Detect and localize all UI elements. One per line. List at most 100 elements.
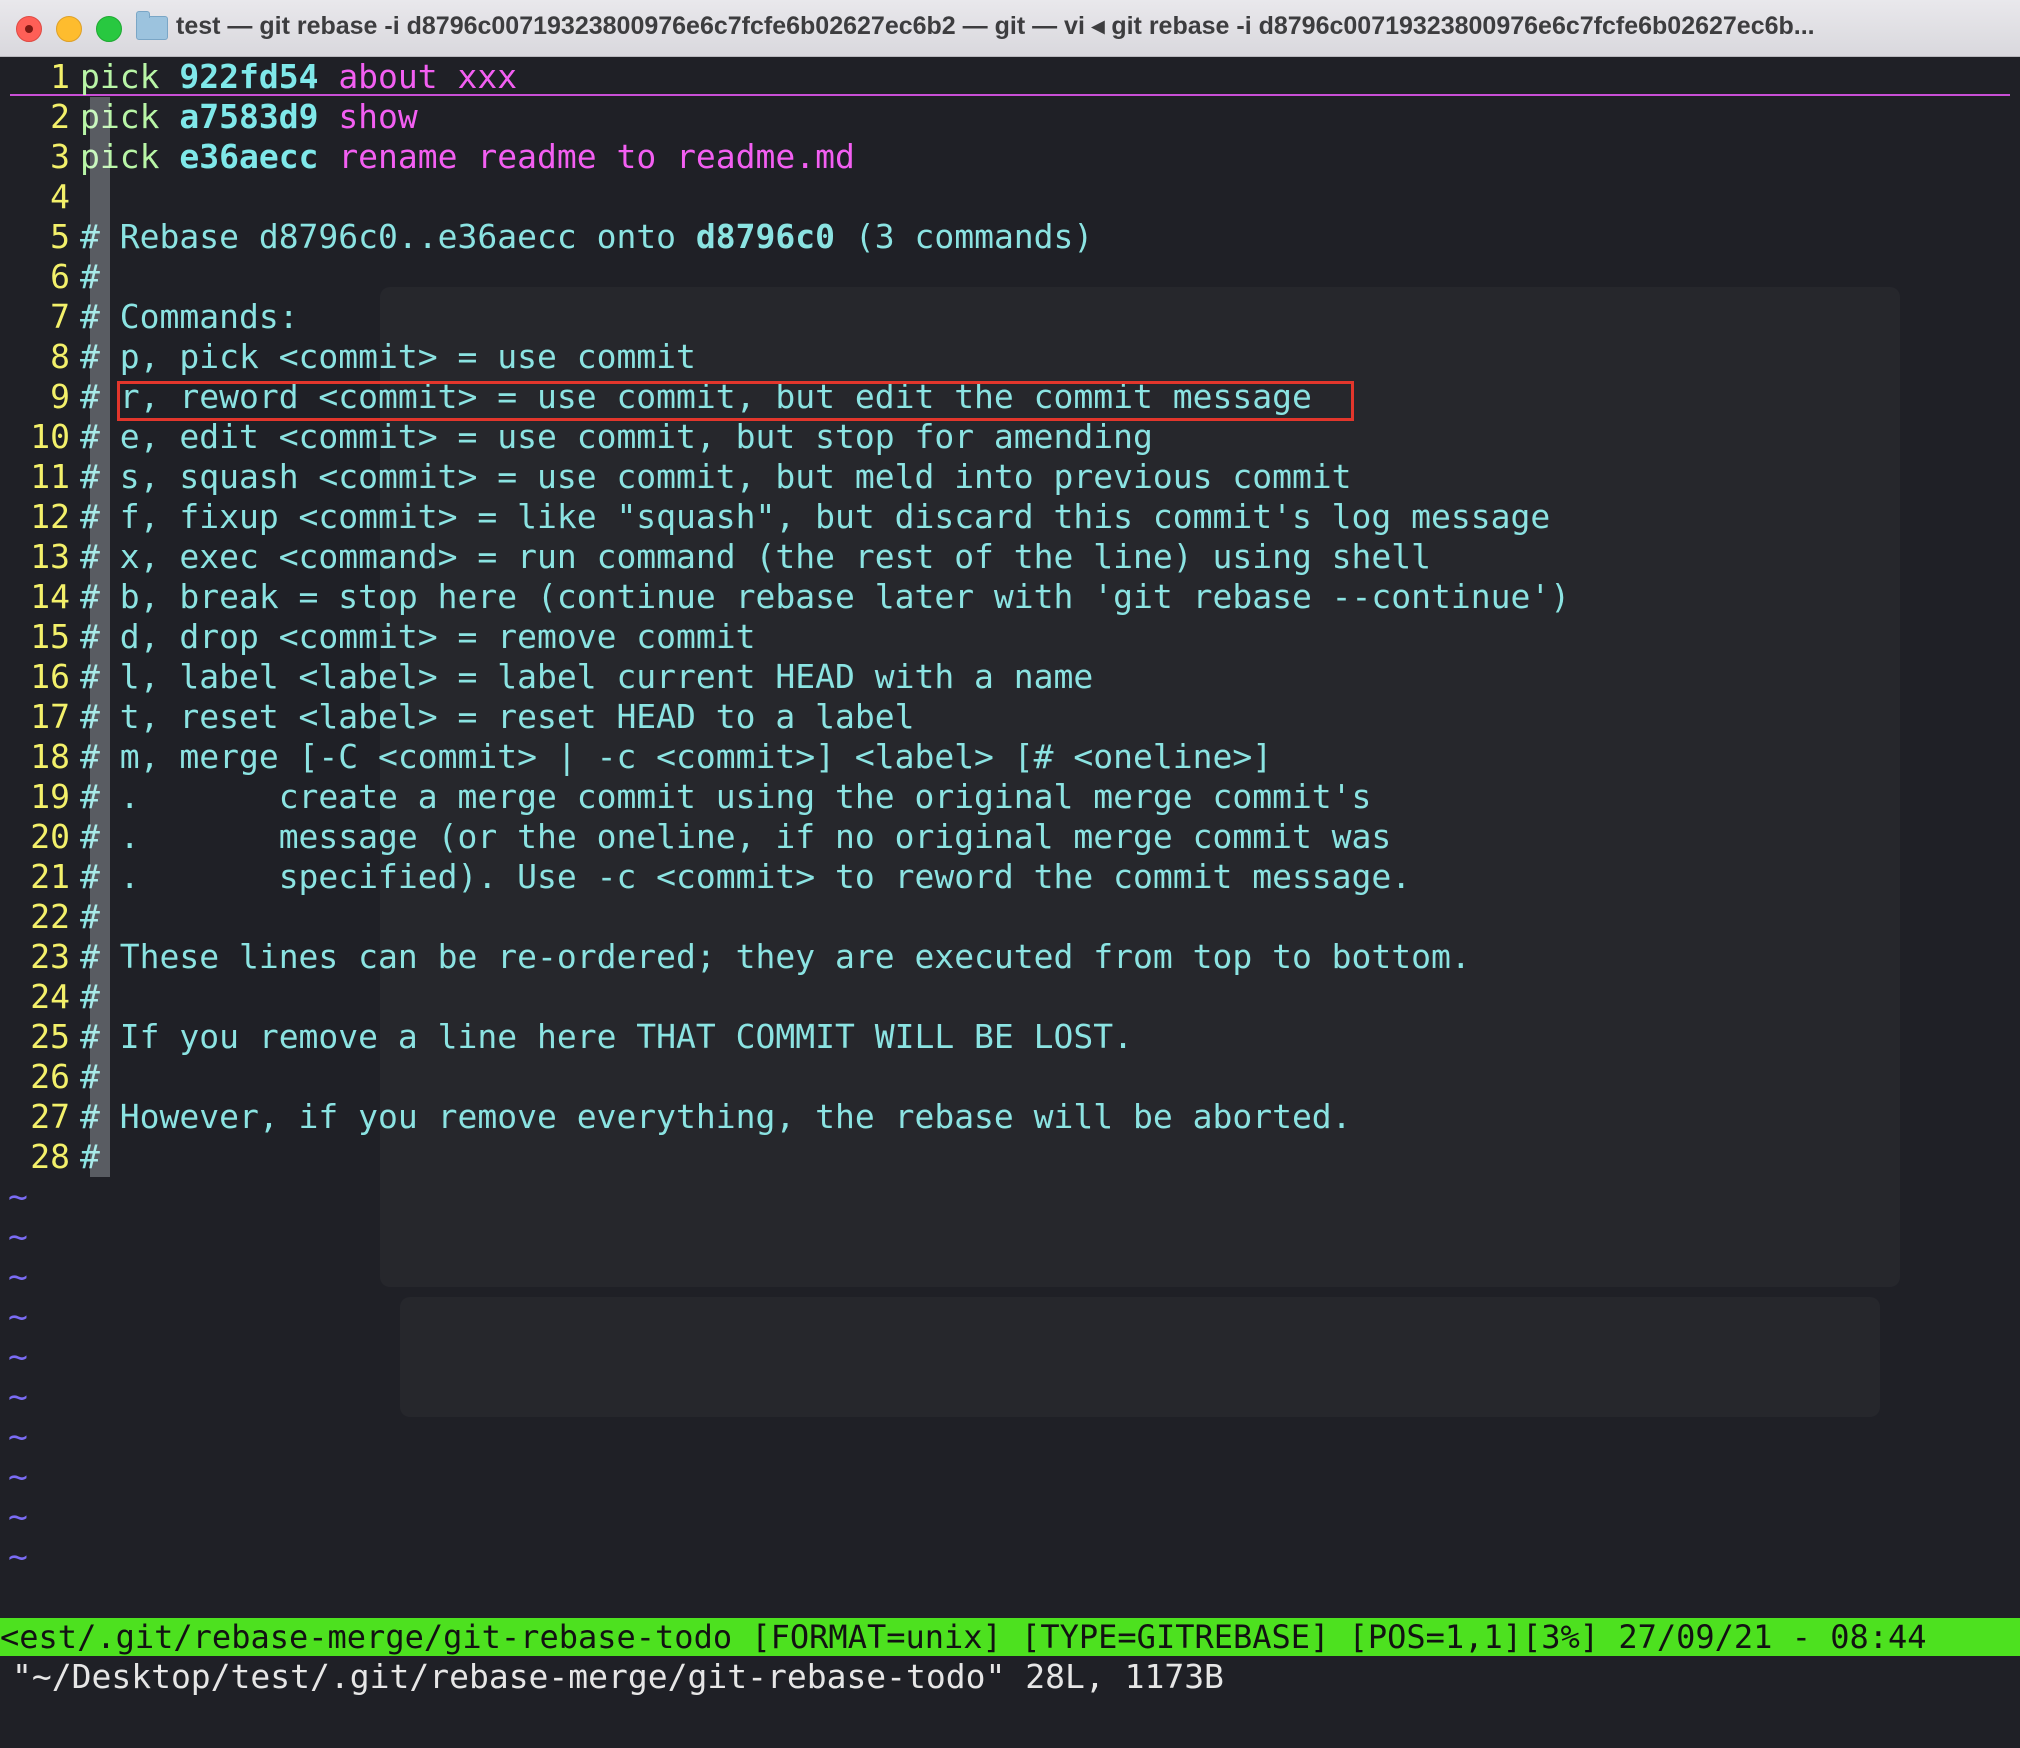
comment-text: l, label <label> = label current HEAD wi… <box>119 657 1094 696</box>
line-number: 5 <box>50 217 70 256</box>
comment-text: m, merge [-C <commit> | -c <commit>] <la… <box>119 737 1273 776</box>
line-number: 16 <box>30 657 70 696</box>
comment-text: t, reset <label> = reset HEAD to a label <box>119 697 915 736</box>
vim-editor[interactable]: 1 pick 922fd54 about xxx 2 pick a7583d9 sho… <box>0 57 2020 1748</box>
line-number: 22 <box>30 897 70 936</box>
line-number: 12 <box>30 497 70 536</box>
buffer-line[interactable]: 24# <box>0 977 2020 1017</box>
buffer-line[interactable]: 5# Rebase d8796c0..e36aecc onto d8796c0 … <box>0 217 2020 257</box>
comment-text: If you remove a line here THAT COMMIT WI… <box>119 1017 1134 1056</box>
window-title: test — git rebase -i d8796c0071932380097… <box>176 12 1815 40</box>
buffer-line[interactable]: 6# <box>0 257 2020 297</box>
buffer-line[interactable]: 7# Commands: <box>0 297 2020 337</box>
buffer-line[interactable]: 20# . message (or the oneline, if no ori… <box>0 817 2020 857</box>
comment-text: However, if you remove everything, the r… <box>119 1097 1352 1136</box>
comment-text: . specified). Use -c <commit> to reword … <box>119 857 1412 896</box>
line-number: 3 <box>50 137 70 176</box>
comment-text: f, fixup <commit> = like "squash", but d… <box>119 497 1551 536</box>
buffer-line[interactable]: 21# . specified). Use -c <commit> to rew… <box>0 857 2020 897</box>
terminal-window: test — git rebase -i d8796c0071932380097… <box>0 0 2020 1748</box>
comment-text: These lines can be re-ordered; they are … <box>119 937 1471 976</box>
empty-line-tilde: ~ <box>8 1217 28 1256</box>
comment-text: s, squash <commit> = use commit, but mel… <box>119 457 1352 496</box>
line-number: 13 <box>30 537 70 576</box>
status-line: <est/.git/rebase-merge/git-rebase-todo [… <box>0 1618 2020 1656</box>
empty-line-tilde: ~ <box>8 1177 28 1216</box>
line-number: 1 <box>50 57 70 96</box>
comment-text: p, pick <commit> = use commit <box>119 337 696 376</box>
line-number: 21 <box>30 857 70 896</box>
line-number: 25 <box>30 1017 70 1056</box>
buffer-line[interactable]: 2 pick a7583d9 show <box>0 97 2020 137</box>
line-number: 27 <box>30 1097 70 1136</box>
buffer-line[interactable]: 19# . create a merge commit using the or… <box>0 777 2020 817</box>
line-number: 24 <box>30 977 70 1016</box>
line-number: 6 <box>50 257 70 296</box>
buffer-line[interactable]: 17# t, reset <label> = reset HEAD to a l… <box>0 697 2020 737</box>
empty-line-tilde: ~ <box>8 1457 28 1496</box>
empty-line-tilde: ~ <box>8 1377 28 1416</box>
commit-hash: 922fd54 <box>179 57 319 96</box>
title-bar[interactable]: test — git rebase -i d8796c0071932380097… <box>0 0 2020 57</box>
buffer-line[interactable]: 28# <box>0 1137 2020 1177</box>
buffer-line[interactable]: 10# e, edit <commit> = use commit, but s… <box>0 417 2020 457</box>
onto-commit-hash: d8796c0 <box>695 217 835 256</box>
commit-message: about xxx <box>338 57 518 96</box>
buffer-line[interactable]: 26# <box>0 1057 2020 1097</box>
comment-text: d, drop <commit> = remove commit <box>119 617 756 656</box>
empty-line-tilde: ~ <box>8 1297 28 1336</box>
line-number: 15 <box>30 617 70 656</box>
commit-message: show <box>338 97 418 136</box>
buffer-line[interactable]: 12# f, fixup <commit> = like "squash", b… <box>0 497 2020 537</box>
buffer-line[interactable]: 27# However, if you remove everything, t… <box>0 1097 2020 1137</box>
comment-text: x, exec <command> = run command (the res… <box>119 537 1432 576</box>
comment-text: . message (or the oneline, if no origina… <box>119 817 1392 856</box>
buffer-line[interactable]: 22# <box>0 897 2020 937</box>
buffer-line[interactable]: 23# These lines can be re-ordered; they … <box>0 937 2020 977</box>
buffer-line[interactable]: 4 <box>0 177 2020 217</box>
minimize-button-icon[interactable] <box>56 16 82 42</box>
empty-line-tilde: ~ <box>8 1417 28 1456</box>
reword-highlight-box <box>117 381 1354 421</box>
buffer-line[interactable]: 11# s, squash <commit> = use commit, but… <box>0 457 2020 497</box>
comment-text: . create a merge commit using the origin… <box>119 777 1372 816</box>
comment-text: b, break = stop here (continue rebase la… <box>119 577 1571 616</box>
buffer-line[interactable]: 25# If you remove a line here THAT COMMI… <box>0 1017 2020 1057</box>
buffer-line[interactable]: 3 pick e36aecc rename readme to readme.md <box>0 137 2020 177</box>
buffer-line[interactable]: 15# d, drop <commit> = remove commit <box>0 617 2020 657</box>
comment-text: Rebase d8796c0..e36aecc onto <box>119 217 696 256</box>
background-ghost-panel <box>400 1297 1880 1417</box>
close-button-icon[interactable] <box>16 16 42 42</box>
line-number: 14 <box>30 577 70 616</box>
comment-text: Commands: <box>119 297 299 336</box>
folder-icon <box>136 11 168 40</box>
line-number: 18 <box>30 737 70 776</box>
line-number: 23 <box>30 937 70 976</box>
empty-line-tilde: ~ <box>8 1537 28 1576</box>
line-number: 17 <box>30 697 70 736</box>
command-line[interactable]: "~/Desktop/test/.git/rebase-merge/git-re… <box>12 1657 1224 1697</box>
commit-message: rename readme to readme.md <box>338 137 855 176</box>
empty-line-tilde: ~ <box>8 1337 28 1376</box>
commit-hash: a7583d9 <box>179 97 319 136</box>
empty-line-tilde: ~ <box>8 1257 28 1296</box>
comment-text: e, edit <commit> = use commit, but stop … <box>119 417 1153 456</box>
line-number: 7 <box>50 297 70 336</box>
maximize-button-icon[interactable] <box>96 16 122 42</box>
line-number: 19 <box>30 777 70 816</box>
comment-text: (3 commands) <box>835 217 1094 256</box>
buffer-line[interactable]: 1 pick 922fd54 about xxx <box>0 57 2020 97</box>
line-number: 28 <box>30 1137 70 1176</box>
buffer-line[interactable]: 13# x, exec <command> = run command (the… <box>0 537 2020 577</box>
sign-column <box>90 97 110 1177</box>
buffer-line[interactable]: 14# b, break = stop here (continue rebas… <box>0 577 2020 617</box>
buffer-line[interactable]: 8# p, pick <commit> = use commit <box>0 337 2020 377</box>
line-number: 9 <box>50 377 70 416</box>
buffer-line[interactable]: 18# m, merge [-C <commit> | -c <commit>]… <box>0 737 2020 777</box>
line-number: 20 <box>30 817 70 856</box>
empty-line-tilde: ~ <box>8 1497 28 1536</box>
buffer-line[interactable]: 16# l, label <label> = label current HEA… <box>0 657 2020 697</box>
line-number: 4 <box>50 177 70 216</box>
commit-hash: e36aecc <box>179 137 319 176</box>
line-number: 11 <box>30 457 70 496</box>
